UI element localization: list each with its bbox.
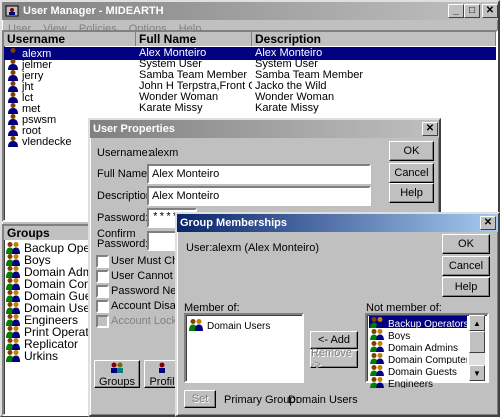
checkbox-cannot-change[interactable] [96, 270, 109, 283]
groups-header: Groups [4, 226, 94, 240]
not-member-item[interactable]: Domain Guests [369, 364, 467, 376]
confirm-label-2: Password: [97, 238, 149, 250]
member-of-list[interactable]: Domain Users [184, 313, 304, 383]
main-title: User Manager - MIDEARTH [23, 5, 164, 17]
groups-list[interactable]: Groups Backup OperatorsBoysDomain Admins… [2, 224, 94, 416]
group-mem-help-button[interactable]: Help [442, 277, 490, 297]
not-member-item[interactable]: Engineers [369, 376, 467, 388]
group-mem-title: Group Memberships [180, 217, 287, 229]
fullname-label: Full Name: [97, 168, 151, 180]
group-mem-ok-button[interactable]: OK [442, 234, 490, 254]
remove-button: Remove -> [310, 347, 358, 371]
group-icon [369, 364, 385, 376]
group-icon [369, 328, 385, 340]
checkbox-locked-out [96, 315, 109, 328]
not-member-name: Engineers [388, 379, 434, 388]
not-member-list[interactable]: Backup Operators Boys Domain Admins Domain … [365, 313, 489, 388]
group-icon [369, 340, 385, 352]
member-of-name: Domain Users [207, 321, 271, 332]
group-icon [369, 316, 385, 328]
column-fullname[interactable]: Full Name [136, 32, 252, 46]
not-member-name: Boys [388, 331, 411, 340]
groups-button[interactable]: Groups [94, 360, 140, 388]
user-props-ok-button[interactable]: OK [389, 141, 434, 161]
groups-button-icon [109, 361, 125, 376]
not-member-item[interactable]: Domain Computers [369, 352, 467, 364]
group-name: Urkins [24, 349, 59, 363]
user-props-cancel-button[interactable]: Cancel [389, 163, 434, 183]
not-member-name: Domain Guests [388, 367, 457, 376]
user-value: alexm (Alex Monteiro) [212, 242, 319, 254]
group-icon [188, 318, 204, 331]
primary-group-value: Domain Users [288, 394, 358, 406]
scroll-thumb[interactable] [469, 331, 485, 353]
scroll-down-button[interactable]: ▼ [469, 365, 485, 381]
main-title-bar[interactable]: User Manager - MIDEARTH [2, 2, 498, 20]
group-mem-cancel-button[interactable]: Cancel [442, 256, 490, 276]
username-label: Username: [97, 147, 151, 159]
user-manager-icon [5, 4, 19, 18]
member-of-item[interactable]: Domain Users [188, 318, 271, 332]
profile-button-icon [156, 361, 168, 376]
column-username[interactable]: Username [4, 32, 136, 46]
group-mem-title-bar[interactable]: Group Memberships [177, 214, 498, 232]
close-button[interactable]: ✕ [482, 4, 498, 18]
set-button: Set [184, 390, 216, 408]
not-member-item[interactable]: Domain Admins [369, 340, 467, 352]
not-member-item[interactable]: Backup Operators [369, 316, 467, 328]
checkbox-disabled[interactable] [96, 300, 109, 313]
checkbox-must-change[interactable] [96, 255, 109, 268]
column-description[interactable]: Description [252, 32, 496, 46]
description-field[interactable]: Alex Monteiro [147, 186, 371, 206]
not-member-name: Domain Admins [388, 343, 459, 352]
group-row[interactable]: Urkins [5, 349, 91, 362]
groups-button-label: Groups [98, 375, 136, 388]
password-label: Password: [97, 212, 149, 224]
user-icon [7, 135, 19, 147]
user-username: vlendecke [22, 136, 72, 148]
not-member-item[interactable]: Boys [369, 328, 467, 340]
scroll-up-button[interactable]: ▲ [469, 315, 485, 331]
checkbox-never-expires[interactable] [96, 285, 109, 298]
maximize-button[interactable]: □ [464, 4, 480, 18]
user-props-title-bar[interactable]: User Properties [90, 120, 439, 138]
minimize-button[interactable]: _ [448, 4, 464, 18]
group-icon [369, 376, 385, 388]
username-value: alexm [149, 147, 179, 159]
user-label: User: [186, 242, 213, 254]
not-member-scrollbar[interactable]: ▲ ▼ [469, 315, 485, 381]
not-member-name: Domain Computers [388, 355, 467, 364]
group-mem-close-button[interactable]: ✕ [480, 216, 496, 230]
not-member-name: Backup Operators [388, 319, 467, 328]
group-icon [5, 349, 21, 362]
group-icon [369, 352, 385, 364]
fullname-field[interactable]: Alex Monteiro [147, 164, 371, 184]
user-props-title: User Properties [93, 123, 175, 135]
user-props-help-button[interactable]: Help [389, 183, 434, 203]
user-props-close-button[interactable]: ✕ [422, 122, 438, 136]
profile-button-label: Profil [149, 375, 175, 388]
